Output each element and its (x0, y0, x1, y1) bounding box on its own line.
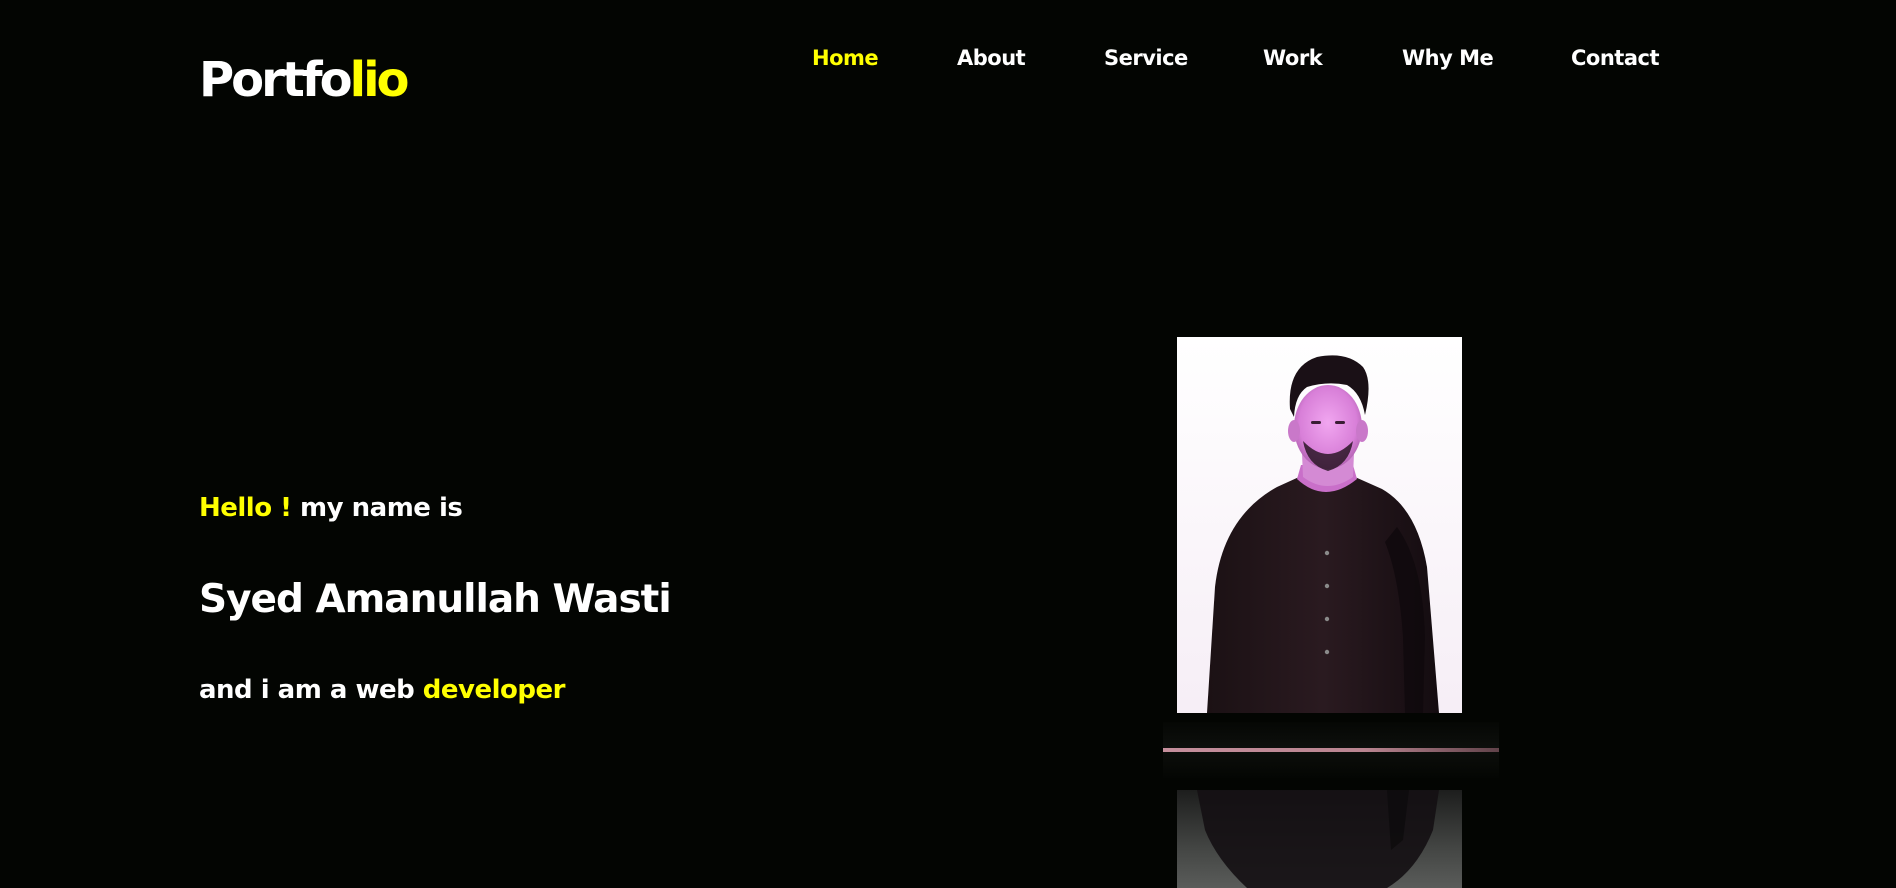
hero-greeting-rest: my name is (291, 493, 463, 523)
hero-role: and i am a web developer (199, 672, 565, 708)
main-nav: Home About Service Work Why Me Contact (0, 42, 1896, 74)
nav-link-service[interactable]: Service (1104, 42, 1188, 74)
nav-link-work[interactable]: Work (1263, 42, 1323, 74)
nav-link-why-me[interactable]: Why Me (1402, 42, 1494, 74)
hero-role-prefix: and i am a web (199, 675, 423, 705)
hero-greeting: Hello ! my name is (199, 490, 463, 526)
portfolio-page: Portfolio Home About Service Work Why Me… (0, 0, 1896, 888)
reflection-image (1197, 790, 1439, 888)
hero-role-accent: developer (422, 675, 566, 705)
nav-link-about[interactable]: About (957, 42, 1026, 74)
nav-link-contact[interactable]: Contact (1571, 42, 1660, 74)
profile-photo-reflection (1177, 790, 1462, 888)
nav-link-home[interactable]: Home (812, 42, 879, 74)
photo-stage-highlight (1163, 748, 1499, 752)
profile-photo (1177, 337, 1462, 713)
hero-name: Syed Amanullah Wasti (199, 577, 672, 622)
hero-greeting-accent: Hello ! (199, 493, 292, 523)
profile-photo-image (1177, 337, 1462, 713)
